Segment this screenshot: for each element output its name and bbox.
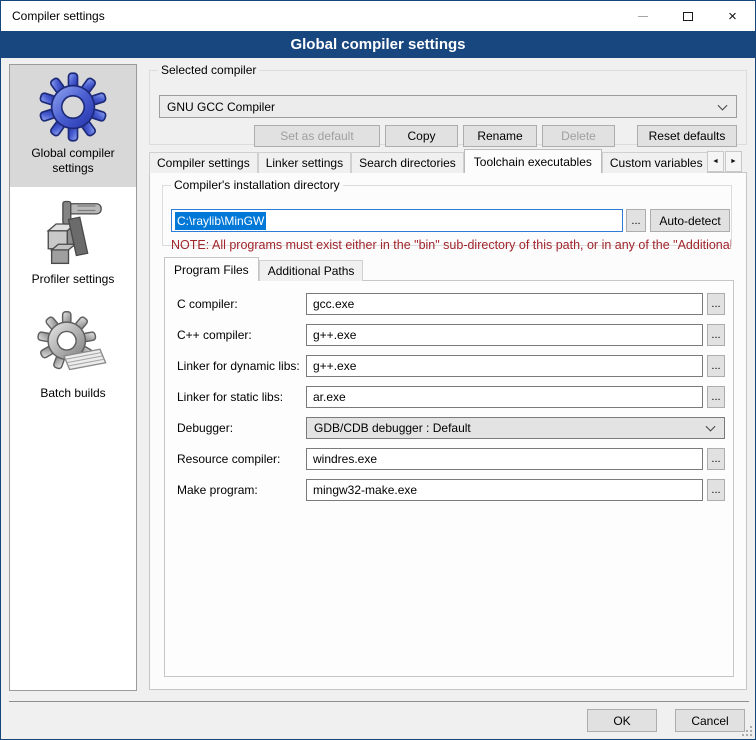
- chevron-down-icon: [706, 422, 716, 432]
- field-label: Debugger:: [177, 421, 306, 435]
- debugger-select[interactable]: GDB/CDB debugger : Default: [306, 417, 725, 439]
- window-title: Compiler settings: [12, 9, 105, 23]
- program-tabs: Program Files Additional Paths: [164, 257, 363, 281]
- field-row-cpp-compiler: C++ compiler: ...: [177, 324, 725, 346]
- installation-directory-input[interactable]: C:\raylib\MinGW: [171, 209, 623, 232]
- selected-compiler-legend: Selected compiler: [158, 63, 259, 77]
- reset-defaults-button[interactable]: Reset defaults: [637, 125, 737, 147]
- gray-gear-stack-icon: [37, 311, 109, 383]
- browse-dynamic-linker-button[interactable]: ...: [707, 355, 725, 377]
- compiler-select[interactable]: GNU GCC Compiler: [159, 95, 737, 118]
- arrow-right-icon: ►: [730, 158, 737, 165]
- field-label: Linker for dynamic libs:: [177, 359, 306, 373]
- resource-compiler-input[interactable]: [306, 448, 703, 470]
- field-row-debugger: Debugger: GDB/CDB debugger : Default: [177, 417, 725, 439]
- arrow-left-icon: ◄: [712, 158, 719, 165]
- title-bar: Compiler settings ×: [1, 1, 755, 31]
- caliper-icon: [37, 197, 109, 269]
- compiler-actions: Set as default Copy Rename Delete Reset …: [249, 125, 737, 147]
- maximize-button[interactable]: [665, 1, 710, 31]
- make-program-input[interactable]: [306, 479, 703, 501]
- tab-linker-settings[interactable]: Linker settings: [258, 152, 351, 173]
- field-row-resource-compiler: Resource compiler: ...: [177, 448, 725, 470]
- field-row-dynamic-linker: Linker for dynamic libs: ...: [177, 355, 725, 377]
- field-row-c-compiler: C compiler: ...: [177, 293, 725, 315]
- installation-directory-value: C:\raylib\MinGW: [175, 212, 266, 230]
- cpp-compiler-input[interactable]: [306, 324, 703, 346]
- installation-note: NOTE: All programs must exist either in …: [171, 238, 731, 252]
- debugger-select-value: GDB/CDB debugger : Default: [314, 421, 471, 435]
- selected-compiler-group: Selected compiler GNU GCC Compiler Set a…: [149, 63, 747, 145]
- blue-gear-icon: [37, 71, 109, 143]
- sidebar-item-label: Batch builds: [10, 386, 136, 401]
- rename-button[interactable]: Rename: [463, 125, 537, 147]
- copy-button[interactable]: Copy: [385, 125, 458, 147]
- banner: Global compiler settings: [1, 31, 755, 58]
- tab-custom-variables[interactable]: Custom variables: [602, 152, 707, 173]
- program-files-panel: C compiler: ... C++ compiler: ... Linker…: [164, 280, 734, 677]
- browse-make-program-button[interactable]: ...: [707, 479, 725, 501]
- installation-directory-group: Compiler's installation directory C:\ray…: [162, 178, 732, 246]
- tab-program-files[interactable]: Program Files: [164, 257, 259, 281]
- compiler-settings-dialog: Compiler settings × Global compiler sett…: [0, 0, 756, 740]
- field-label: Linker for static libs:: [177, 390, 306, 404]
- chevron-down-icon: [718, 100, 728, 110]
- cancel-button[interactable]: Cancel: [675, 709, 745, 732]
- toolchain-executables-page: Compiler's installation directory C:\ray…: [149, 172, 747, 690]
- settings-tabs: Compiler settings Linker settings Search…: [149, 149, 707, 173]
- tab-compiler-settings[interactable]: Compiler settings: [149, 152, 258, 173]
- field-label: C++ compiler:: [177, 328, 306, 342]
- maximize-icon: [683, 12, 693, 21]
- settings-category-list: Global compiler settings Profiler settin…: [9, 64, 137, 691]
- field-row-static-linker: Linker for static libs: ...: [177, 386, 725, 408]
- auto-detect-button[interactable]: Auto-detect: [650, 209, 730, 232]
- banner-title: Global compiler settings: [290, 36, 465, 53]
- field-label: C compiler:: [177, 297, 306, 311]
- browse-cpp-compiler-button[interactable]: ...: [707, 324, 725, 346]
- sidebar-item-label: Profiler settings: [10, 272, 136, 287]
- static-linker-input[interactable]: [306, 386, 703, 408]
- minimize-button[interactable]: [620, 1, 665, 31]
- tab-scroll-left-button[interactable]: ◄: [707, 151, 724, 172]
- footer-separator: [9, 701, 749, 702]
- installation-directory-legend: Compiler's installation directory: [171, 178, 343, 192]
- field-label: Make program:: [177, 483, 306, 497]
- tab-additional-paths[interactable]: Additional Paths: [259, 260, 364, 281]
- sidebar-item-profiler-settings[interactable]: Profiler settings: [10, 187, 136, 297]
- minimize-icon: [638, 16, 648, 17]
- tab-scroll-right-button[interactable]: ►: [725, 151, 742, 172]
- delete-button[interactable]: Delete: [542, 125, 615, 147]
- sidebar-item-global-compiler-settings[interactable]: Global compiler settings: [10, 65, 136, 187]
- tab-search-directories[interactable]: Search directories: [351, 152, 464, 173]
- browse-c-compiler-button[interactable]: ...: [707, 293, 725, 315]
- browse-resource-compiler-button[interactable]: ...: [707, 448, 725, 470]
- ok-button[interactable]: OK: [587, 709, 657, 732]
- browse-directory-button[interactable]: ...: [626, 209, 646, 232]
- compiler-select-value: GNU GCC Compiler: [167, 100, 275, 114]
- sidebar-item-label: Global compiler settings: [10, 146, 136, 176]
- sidebar-item-batch-builds[interactable]: Batch builds: [10, 297, 136, 413]
- field-label: Resource compiler:: [177, 452, 306, 466]
- dynamic-linker-input[interactable]: [306, 355, 703, 377]
- field-row-make-program: Make program: ...: [177, 479, 725, 501]
- resize-grip[interactable]: [740, 724, 753, 737]
- c-compiler-input[interactable]: [306, 293, 703, 315]
- browse-static-linker-button[interactable]: ...: [707, 386, 725, 408]
- close-icon: ×: [728, 9, 737, 24]
- set-as-default-button[interactable]: Set as default: [254, 125, 380, 147]
- close-button[interactable]: ×: [710, 1, 755, 31]
- tab-toolchain-executables[interactable]: Toolchain executables: [464, 149, 602, 173]
